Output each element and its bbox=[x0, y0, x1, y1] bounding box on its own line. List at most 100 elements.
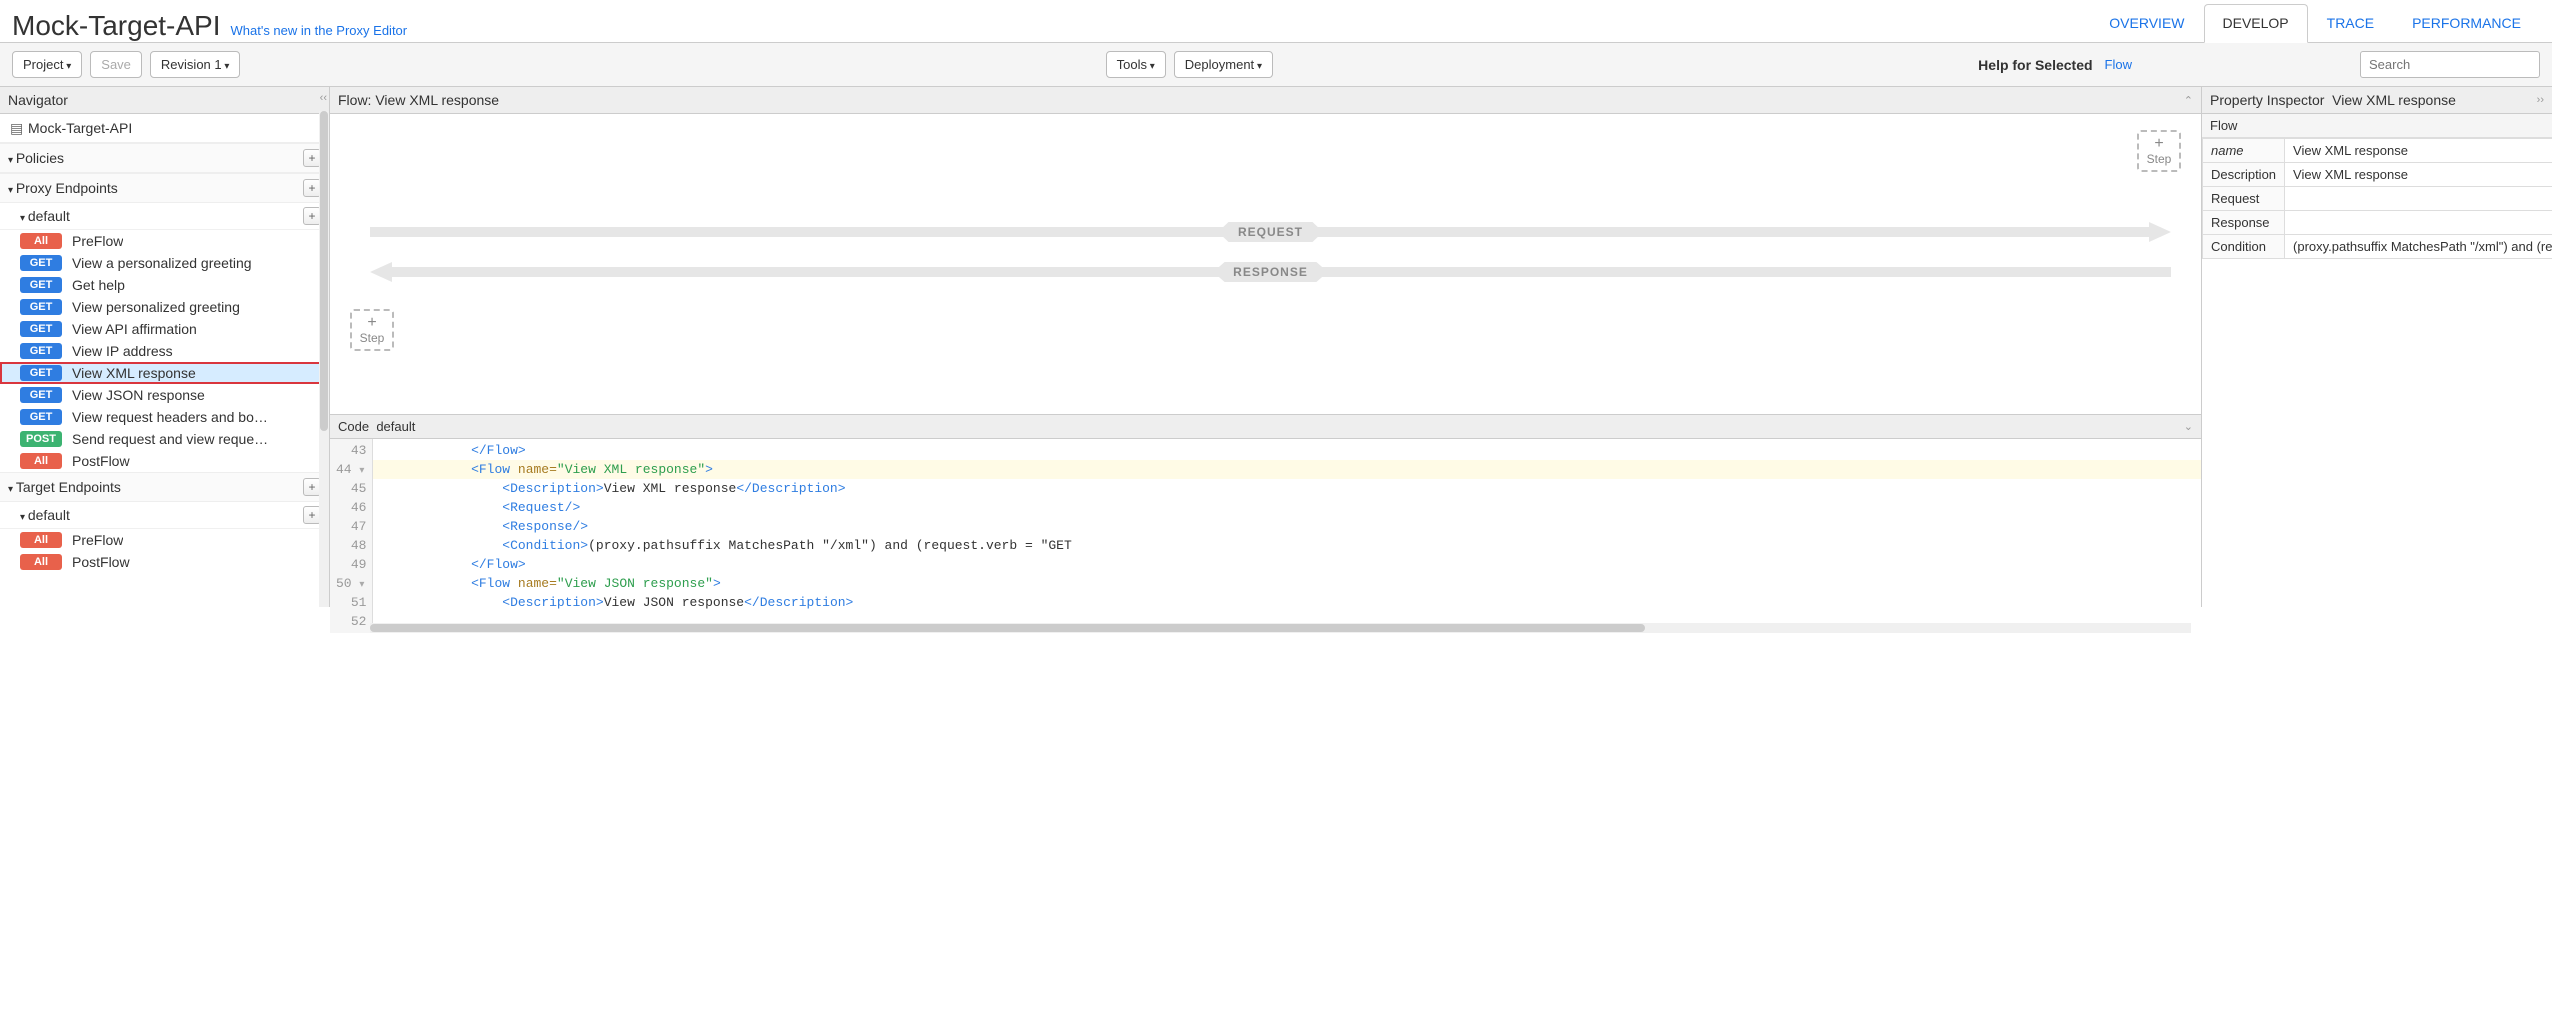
search-input[interactable] bbox=[2360, 51, 2540, 78]
property-value[interactable] bbox=[2285, 187, 2552, 211]
section-target-endpoints[interactable]: Target Endpoints + bbox=[0, 472, 329, 502]
nav-item-label: PostFlow bbox=[72, 453, 130, 469]
method-badge: All bbox=[20, 554, 62, 570]
arrow-left-icon bbox=[370, 262, 392, 282]
target-item[interactable]: All PostFlow bbox=[0, 551, 329, 573]
code-editor[interactable]: 4344 ▾454647484950 ▾5152 </Flow> <Flow n… bbox=[330, 439, 2201, 633]
nav-item-label: View IP address bbox=[72, 343, 173, 359]
flow-canvas: + Step REQUEST RESPONSE + Step bbox=[330, 114, 2201, 414]
property-key: Condition bbox=[2203, 235, 2285, 259]
proxy-item[interactable]: GETView a personalized greeting bbox=[0, 252, 329, 274]
property-key: Request bbox=[2203, 187, 2285, 211]
proxy-item[interactable]: POST Send request and view reque… bbox=[0, 428, 329, 450]
navigator-tree: Mock-Target-API Policies + Proxy Endpoin… bbox=[0, 114, 329, 607]
code-collapse-icon[interactable]: ⌄ bbox=[2184, 420, 2193, 433]
tab-trace[interactable]: TRACE bbox=[2308, 4, 2393, 42]
help-flow-link[interactable]: Flow bbox=[2105, 57, 2132, 72]
method-badge: GET bbox=[20, 343, 62, 359]
page-title: Mock-Target-API bbox=[12, 10, 221, 42]
code-horizontal-scrollbar[interactable] bbox=[370, 623, 2191, 633]
method-badge: All bbox=[20, 532, 62, 548]
revision-dropdown[interactable]: Revision 1 bbox=[150, 51, 241, 78]
method-badge: GET bbox=[20, 387, 62, 403]
proxy-item[interactable]: AllPostFlow bbox=[0, 450, 329, 472]
target-default-group[interactable]: default + bbox=[0, 502, 329, 529]
toolbar: Project Save Revision 1 Tools Deployment… bbox=[0, 43, 2552, 87]
arrow-right-icon bbox=[2149, 222, 2171, 242]
property-key: Response bbox=[2203, 211, 2285, 235]
method-badge: POST bbox=[20, 431, 62, 447]
flow-header-title: Flow: View XML response bbox=[338, 92, 499, 108]
property-row: DescriptionView XML response bbox=[2203, 163, 2552, 187]
tools-dropdown[interactable]: Tools bbox=[1106, 51, 1166, 78]
response-lane: RESPONSE bbox=[370, 262, 2171, 282]
inspector-subtitle: View XML response bbox=[2332, 92, 2456, 108]
code-header-label: Code bbox=[338, 419, 369, 434]
center-panel: Flow: View XML response ⌃ + Step REQUEST… bbox=[330, 87, 2202, 607]
nav-item-label: PostFlow bbox=[72, 554, 130, 570]
nav-item-label: PreFlow bbox=[72, 532, 123, 548]
property-value[interactable]: View XML response bbox=[2285, 139, 2552, 163]
method-badge: GET bbox=[20, 409, 62, 425]
navigator-title: Navigator bbox=[8, 92, 68, 108]
plus-icon: + bbox=[367, 315, 376, 331]
property-row: Response bbox=[2203, 211, 2552, 235]
tab-performance[interactable]: PERFORMANCE bbox=[2393, 4, 2540, 42]
proxy-item[interactable]: GET View request headers and bo… bbox=[0, 406, 329, 428]
method-badge: GET bbox=[20, 277, 62, 293]
property-key: Description bbox=[2203, 163, 2285, 187]
property-key: name bbox=[2203, 139, 2285, 163]
deployment-dropdown[interactable]: Deployment bbox=[1174, 51, 1273, 78]
navigator-panel: Navigator ‹‹ Mock-Target-API Policies + … bbox=[0, 87, 330, 607]
navigator-root[interactable]: Mock-Target-API bbox=[0, 114, 329, 143]
property-row: Condition(proxy.pathsuffix MatchesPath "… bbox=[2203, 235, 2552, 259]
method-badge: GET bbox=[20, 255, 62, 271]
add-step-request[interactable]: + Step bbox=[2137, 130, 2181, 172]
proxy-item[interactable]: GET View IP address bbox=[0, 340, 329, 362]
proxy-item[interactable]: GETView personalized greeting bbox=[0, 296, 329, 318]
proxy-item[interactable]: GET Get help bbox=[0, 274, 329, 296]
section-policies[interactable]: Policies + bbox=[0, 143, 329, 173]
add-step-response[interactable]: + Step bbox=[350, 309, 394, 351]
tabs: OVERVIEW DEVELOP TRACE PERFORMANCE bbox=[2090, 4, 2540, 42]
inspector-panel: Property Inspector View XML response ›› … bbox=[2202, 87, 2552, 607]
nav-item-label: View XML response bbox=[72, 365, 196, 381]
property-table: nameView XML responseDescriptionView XML… bbox=[2202, 138, 2552, 259]
header: Mock-Target-API What's new in the Proxy … bbox=[0, 0, 2552, 43]
nav-item-label: View request headers and bo… bbox=[72, 409, 268, 425]
property-value[interactable]: View XML response bbox=[2285, 163, 2552, 187]
inspector-title: Property Inspector bbox=[2210, 92, 2324, 108]
tab-overview[interactable]: OVERVIEW bbox=[2090, 4, 2203, 42]
navigator-collapse-icon[interactable]: ‹‹ bbox=[318, 87, 329, 109]
nav-item-label: View personalized greeting bbox=[72, 299, 240, 315]
method-badge: GET bbox=[20, 365, 62, 381]
proxy-default-group[interactable]: default + bbox=[0, 203, 329, 230]
proxy-item[interactable]: AllPreFlow bbox=[0, 230, 329, 252]
property-value[interactable]: (proxy.pathsuffix MatchesPath "/xml") an… bbox=[2285, 235, 2552, 259]
target-item[interactable]: All PreFlow bbox=[0, 529, 329, 551]
navigator-scrollbar[interactable] bbox=[319, 111, 329, 607]
nav-item-label: Get help bbox=[72, 277, 125, 293]
nav-item-label: View API affirmation bbox=[72, 321, 197, 337]
whats-new-link[interactable]: What's new in the Proxy Editor bbox=[231, 23, 408, 38]
method-badge: GET bbox=[20, 321, 62, 337]
plus-icon: + bbox=[2154, 136, 2163, 152]
project-dropdown[interactable]: Project bbox=[12, 51, 82, 78]
proxy-item[interactable]: GET View JSON response bbox=[0, 384, 329, 406]
nav-item-label: PreFlow bbox=[72, 233, 123, 249]
save-button[interactable]: Save bbox=[90, 51, 142, 78]
proxy-item[interactable]: GET View XML response bbox=[0, 362, 329, 384]
property-row: Request bbox=[2203, 187, 2552, 211]
code-area: Code default ⌄ 4344 ▾454647484950 ▾5152 … bbox=[330, 414, 2201, 633]
help-for-selected-label: Help for Selected bbox=[1978, 57, 2092, 73]
inspector-expand-icon[interactable]: ›› bbox=[2537, 94, 2544, 106]
tab-develop[interactable]: DEVELOP bbox=[2204, 4, 2308, 43]
property-value[interactable] bbox=[2285, 211, 2552, 235]
flow-collapse-icon[interactable]: ⌃ bbox=[2184, 94, 2193, 107]
property-row: nameView XML response bbox=[2203, 139, 2552, 163]
inspector-section-header: Flow bbox=[2202, 114, 2552, 138]
proxy-item[interactable]: GET View API affirmation bbox=[0, 318, 329, 340]
section-proxy-endpoints[interactable]: Proxy Endpoints + bbox=[0, 173, 329, 203]
nav-item-label: Send request and view reque… bbox=[72, 431, 268, 447]
nav-item-label: View JSON response bbox=[72, 387, 205, 403]
